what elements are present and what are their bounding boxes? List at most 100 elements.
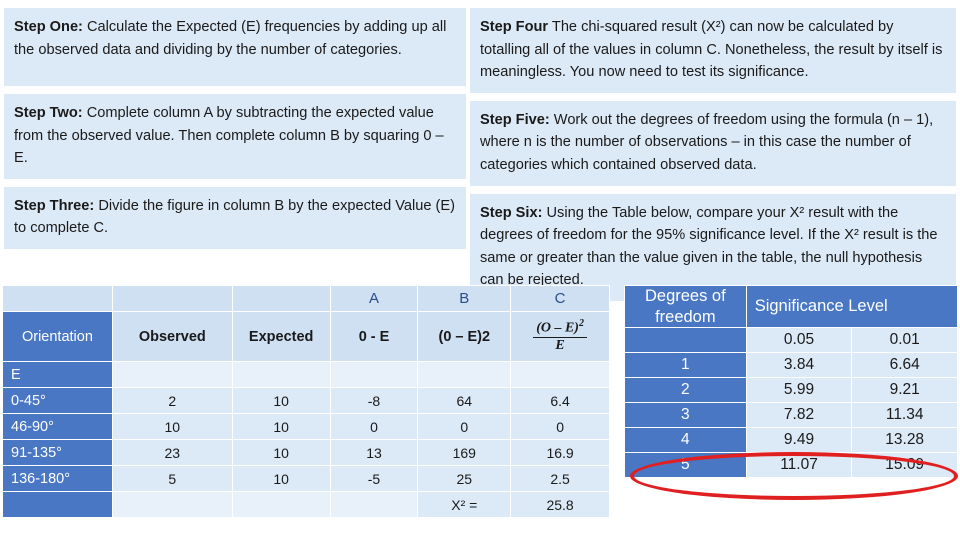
letter-cell-a: A	[329, 285, 419, 312]
step-five-label: Step Five:	[480, 111, 550, 128]
df-row-2-degrees: 3	[624, 402, 747, 429]
step-three-label: Step Three:	[14, 197, 95, 214]
step-three-box: Step Three: Divide the figure in column …	[4, 186, 466, 250]
step-four-label: Step Four	[480, 19, 549, 35]
df-row-1-p001: 9.21	[851, 377, 958, 404]
row-2-a: 13	[329, 439, 419, 466]
row-3-b: 25	[417, 465, 512, 492]
row-2-observed: 23	[111, 439, 233, 466]
table-row: 0-45° 2 10 -8 64 6.4	[2, 387, 610, 414]
letter-cell-blank-3	[231, 285, 331, 312]
formula-fraction: (O – E)2 E	[533, 317, 587, 354]
steps-column-right: Step Four The chi-squared result (X²) ca…	[470, 8, 956, 309]
row-3-orientation: 136-180°	[2, 465, 113, 492]
header-observed: Observed	[111, 311, 233, 362]
row-e-c	[510, 361, 610, 388]
df-row: 3 7.82 11.34	[624, 402, 958, 429]
step-four-text: The chi-squared result (X²) can now be c…	[480, 19, 943, 81]
formula-numerator-exponent: 2	[578, 317, 584, 329]
total-a-blank	[329, 491, 419, 518]
df-row-4-degrees: 5	[624, 452, 747, 479]
step-one-label: Step One:	[14, 19, 83, 35]
step-four-box: Step Four The chi-squared result (X²) ca…	[470, 8, 956, 93]
df-row-2-p005: 7.82	[745, 402, 853, 429]
df-row-2-p001: 11.34	[851, 402, 958, 429]
total-expected-blank	[231, 491, 331, 518]
total-row-label-blank	[2, 491, 113, 518]
row-1-orientation: 46-90°	[2, 413, 113, 440]
step-five-box: Step Five: Work out the degrees of freed…	[470, 100, 956, 186]
row-1-c: 0	[510, 413, 610, 440]
table-row: 91-135° 23 10 13 169 16.9	[2, 439, 610, 466]
row-e-expected	[231, 361, 331, 388]
df-row: 4 9.49 13.28	[624, 427, 958, 454]
step-two-box: Step Two: Complete column A by subtracti…	[4, 94, 466, 179]
row-3-observed: 5	[111, 465, 233, 492]
worksheet-page: Step One: Calculate the Expected (E) fre…	[0, 0, 960, 540]
chi-squared-table: A B C Orientation Observed Expected 0 - …	[2, 285, 610, 518]
formula-numerator: (O – E)2	[533, 317, 587, 339]
letter-cell-b: B	[417, 285, 512, 312]
df-row-4-p001: 15.09	[851, 452, 958, 479]
df-row-1-p005: 5.99	[745, 377, 853, 404]
row-0-observed: 2	[111, 387, 233, 414]
row-3-a: -5	[329, 465, 419, 492]
df-row-0-p005: 3.84	[745, 352, 853, 379]
row-0-a: -8	[329, 387, 419, 414]
total-label: X² =	[417, 491, 512, 518]
letter-cell-blank-1	[2, 285, 113, 312]
df-row: 5 11.07 15.09	[624, 452, 958, 479]
row-1-expected: 10	[231, 413, 331, 440]
formula-denominator: E	[555, 338, 565, 354]
step-six-label: Step Six:	[480, 204, 543, 221]
table-row: 46-90° 10 10 0 0 0	[2, 413, 610, 440]
header-o-minus-e-squared: (0 – E)2	[417, 311, 512, 362]
header-orientation: Orientation	[2, 311, 113, 362]
df-row-3-p001: 13.28	[851, 427, 958, 454]
total-value: 25.8	[510, 491, 610, 518]
significance-table: Degrees of freedom Significance Level 0.…	[624, 284, 959, 479]
df-row-0-degrees: 1	[624, 352, 747, 379]
step-two-label: Step Two:	[14, 105, 83, 121]
row-1-observed: 10	[111, 413, 233, 440]
header-o-minus-e: 0 - E	[329, 311, 419, 362]
df-subheader-row: 0.05 0.01	[624, 327, 958, 354]
row-0-c: 6.4	[510, 387, 610, 414]
row-0-orientation: 0-45°	[2, 387, 113, 414]
df-row: 2 5.99 9.21	[624, 377, 958, 404]
row-e-a	[329, 361, 419, 388]
df-subheader-001: 0.01	[851, 327, 958, 354]
df-subheader-blank	[624, 327, 747, 354]
row-2-c: 16.9	[510, 439, 610, 466]
row-0-expected: 10	[231, 387, 331, 414]
table-letter-row: A B C	[2, 285, 610, 312]
row-e-observed	[111, 361, 233, 388]
row-2-b: 169	[417, 439, 512, 466]
row-2-expected: 10	[231, 439, 331, 466]
df-row-0-p001: 6.64	[851, 352, 958, 379]
row-e-b	[417, 361, 512, 388]
letter-cell-c: C	[510, 285, 610, 312]
row-1-a: 0	[329, 413, 419, 440]
df-header-row: Degrees of freedom Significance Level	[624, 284, 959, 329]
row-2-orientation: 91-135°	[2, 439, 113, 466]
formula-numerator-text: (O – E)	[536, 320, 579, 336]
table-row: 136-180° 5 10 -5 25 2.5	[2, 465, 610, 492]
header-formula: (O – E)2 E	[510, 311, 610, 362]
row-label-e: E	[2, 361, 113, 388]
table-row-e-blank: E	[2, 361, 610, 388]
df-row-4-p005: 11.07	[745, 452, 853, 479]
row-3-expected: 10	[231, 465, 331, 492]
table-header-row: Orientation Observed Expected 0 - E (0 –…	[2, 311, 610, 362]
row-0-b: 64	[417, 387, 512, 414]
df-row-1-degrees: 2	[624, 377, 747, 404]
df-header-significance-level: Significance Level	[745, 284, 959, 329]
df-row: 1 3.84 6.64	[624, 352, 958, 379]
table-total-row: X² = 25.8	[2, 491, 610, 518]
total-observed-blank	[111, 491, 233, 518]
step-six-text: Using the Table below, compare your X² r…	[480, 204, 938, 289]
row-3-c: 2.5	[510, 465, 610, 492]
df-row-3-p005: 9.49	[745, 427, 853, 454]
df-header-degrees-of-freedom: Degrees of freedom	[624, 284, 747, 329]
row-1-b: 0	[417, 413, 512, 440]
